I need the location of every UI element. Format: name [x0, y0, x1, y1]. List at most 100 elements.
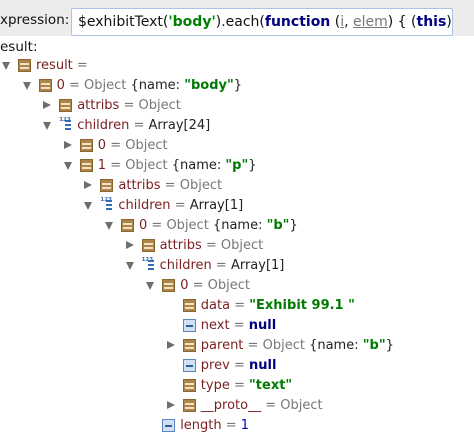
tree-node[interactable]: 1 = Object {name: "p"}: [0, 156, 474, 176]
property-value: Object: [220, 238, 264, 253]
equals-sign: =: [211, 258, 231, 273]
tree-node-text: 1 = Object {name: "p"}: [98, 156, 257, 176]
property-value: Object: [125, 158, 172, 173]
tree-node[interactable]: prev = null: [0, 356, 474, 376]
collapse-arrow-icon[interactable]: [125, 241, 134, 249]
collapse-arrow-icon[interactable]: [166, 401, 175, 409]
expression-input[interactable]: $exhibitText('body').each(function (i, e…: [71, 8, 453, 36]
tree-node[interactable]: length = 1: [0, 416, 474, 436]
property-value: Array[24]: [148, 118, 211, 133]
expression-token: ) { (: [387, 14, 417, 30]
object-icon: [182, 379, 196, 392]
object-icon: [79, 139, 93, 152]
tree-node[interactable]: parent = Object {name: "b"}: [0, 336, 474, 356]
tree-node-text: attribs = Object: [77, 96, 181, 116]
expand-arrow-icon[interactable]: [43, 122, 52, 130]
object-icon: [162, 279, 176, 292]
equals-sign: =: [261, 398, 281, 413]
tree-node[interactable]: data = "Exhibit 99.1 ": [0, 296, 474, 316]
property-value: Array[1]: [189, 198, 244, 213]
property-value: }: [385, 338, 394, 353]
property-name: attribs: [159, 238, 202, 253]
tree-node[interactable]: 1​2​3 children = Array[1]: [0, 256, 474, 276]
property-value: Object: [138, 98, 181, 113]
expand-arrow-icon[interactable]: [84, 202, 93, 210]
property-value: Object: [207, 278, 250, 293]
equals-sign: =: [221, 418, 241, 433]
tree-node[interactable]: attribs = Object: [0, 96, 474, 116]
object-icon: [38, 79, 52, 92]
expression-token: $exhibitText(: [78, 14, 169, 30]
tree-node[interactable]: 1​2​3 children = Array[1]: [0, 196, 474, 216]
property-value: null: [248, 318, 277, 333]
tree-node-text: children = Array[24]: [77, 116, 210, 136]
property-name: 0: [56, 78, 65, 93]
property-value: Object: [262, 338, 310, 353]
array-icon: 1​2​3: [59, 117, 72, 132]
property-name: children: [159, 258, 212, 273]
expand-arrow-icon[interactable]: [125, 262, 134, 270]
tree-node-text: type = "text": [201, 376, 292, 396]
property-name: type: [200, 378, 230, 393]
tree-node[interactable]: 0 = Object {name: "body"}: [0, 76, 474, 96]
tree-node-text: length = 1: [180, 416, 249, 436]
expression-bar: xpression: $exhibitText('body').each(fun…: [0, 0, 474, 36]
collapse-arrow-icon[interactable]: [43, 101, 52, 109]
collapse-arrow-icon[interactable]: [63, 141, 72, 149]
tree-node[interactable]: 0 = Object: [0, 276, 474, 296]
tree-node[interactable]: result =: [0, 56, 474, 76]
expand-arrow-icon[interactable]: [146, 282, 155, 290]
tree-node-text: attribs = Object: [160, 236, 264, 256]
tree-node[interactable]: type = "text": [0, 376, 474, 396]
property-value: Object: [166, 218, 213, 233]
object-icon: [182, 299, 196, 312]
tree-node[interactable]: attribs = Object: [0, 236, 474, 256]
tree-node-text: prev = null: [201, 356, 277, 376]
expand-arrow-icon[interactable]: [63, 162, 72, 170]
property-value: Array[1]: [230, 258, 285, 273]
expression-token: ).each(: [215, 14, 265, 30]
equals-sign: =: [106, 138, 126, 153]
property-value: "p": [225, 158, 249, 173]
tree-node[interactable]: 0 = Object: [0, 136, 474, 156]
object-icon: [182, 399, 196, 412]
object-icon: [141, 239, 155, 252]
tree-node-text: __proto__ = Object: [201, 396, 323, 416]
primitive-icon: [182, 319, 196, 332]
equals-sign: =: [72, 58, 88, 73]
expression-token: ).: [446, 14, 452, 30]
property-name: children: [118, 198, 171, 213]
property-name: 0: [97, 138, 107, 153]
property-name: result: [36, 58, 73, 73]
tree-node[interactable]: attribs = Object: [0, 176, 474, 196]
tree-node[interactable]: __proto__ = Object: [0, 396, 474, 416]
object-icon: [59, 99, 73, 112]
tree-node-text: parent = Object {name: "b"}: [201, 336, 394, 356]
tree-node[interactable]: 0 = Object {name: "b"}: [0, 216, 474, 236]
property-value: Object: [280, 398, 323, 413]
equals-sign: =: [106, 158, 126, 173]
tree-node[interactable]: next = null: [0, 316, 474, 336]
collapse-arrow-icon[interactable]: [166, 341, 175, 349]
expression-token: function: [264, 14, 331, 30]
equals-sign: =: [230, 298, 250, 313]
object-icon: [121, 219, 134, 232]
expand-arrow-icon[interactable]: [2, 62, 10, 70]
equals-sign: =: [243, 338, 263, 353]
tree-node[interactable]: 1​2​3 children = Array[24]: [0, 116, 474, 136]
collapse-arrow-icon[interactable]: [84, 181, 93, 189]
property-value: {name:: [309, 338, 363, 353]
property-name: children: [77, 118, 130, 133]
property-value: Object: [179, 178, 223, 193]
property-value: "text": [249, 378, 293, 393]
property-name: __proto__: [200, 398, 262, 413]
expression-token: ,: [344, 14, 353, 30]
expand-arrow-icon[interactable]: [22, 82, 31, 90]
expand-arrow-icon[interactable]: [105, 222, 113, 230]
expression-token: 'body': [168, 14, 216, 30]
tree-node-text: 0 = Object: [180, 276, 250, 296]
property-name: next: [200, 318, 230, 333]
expression-token: this: [416, 14, 447, 30]
property-value: }: [248, 158, 257, 173]
equals-sign: =: [160, 178, 180, 193]
